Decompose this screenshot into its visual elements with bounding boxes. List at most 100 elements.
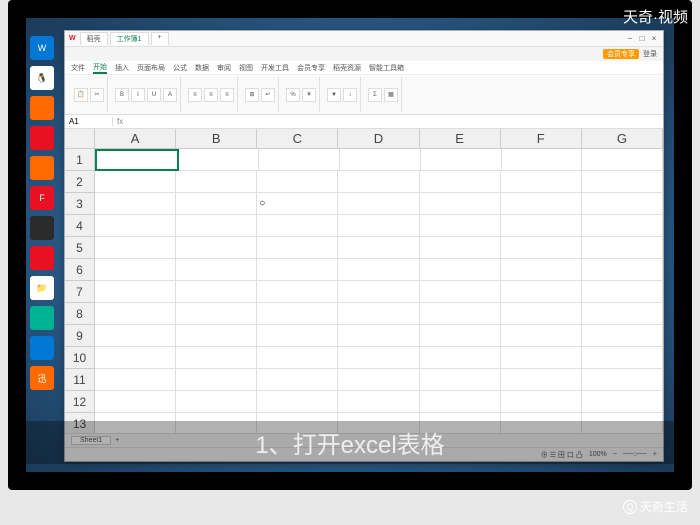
merge-icon[interactable]: ⊞ [245,88,259,102]
minimize-icon[interactable]: − [625,34,635,44]
cell[interactable] [338,325,419,347]
row-header[interactable]: 3 [65,193,95,215]
desktop-icon-app3[interactable] [30,156,54,180]
cell[interactable] [95,259,176,281]
menu-home[interactable]: 开始 [93,62,107,74]
cell[interactable] [176,281,257,303]
cell[interactable] [95,347,176,369]
row-header[interactable]: 1 [65,149,95,171]
cell[interactable]: ○ [257,193,338,215]
cell[interactable] [257,347,338,369]
cell[interactable] [176,259,257,281]
cell[interactable] [421,149,502,171]
col-header-f[interactable]: F [501,129,582,149]
desktop-icon-flash[interactable]: F [30,186,54,210]
col-header-g[interactable]: G [582,129,663,149]
cell[interactable] [501,237,582,259]
cell[interactable] [582,237,663,259]
cell[interactable] [582,149,663,171]
cell[interactable] [257,215,338,237]
col-header-c[interactable]: C [257,129,338,149]
cell[interactable] [338,369,419,391]
desktop-icon-app1[interactable] [30,96,54,120]
sum-icon[interactable]: Σ [368,88,382,102]
cell[interactable] [340,149,421,171]
cell[interactable] [582,171,663,193]
cell[interactable] [502,149,583,171]
row-header[interactable]: 10 [65,347,95,369]
cell[interactable] [420,303,501,325]
fill-icon[interactable]: ▦ [384,88,398,102]
row-header[interactable]: 2 [65,171,95,193]
cell[interactable] [338,391,419,413]
row-header[interactable]: 11 [65,369,95,391]
desktop-icon-app5[interactable] [30,246,54,270]
cell[interactable] [338,237,419,259]
cell[interactable] [179,149,260,171]
cell[interactable] [95,215,176,237]
cell[interactable] [420,325,501,347]
cell[interactable] [501,347,582,369]
col-header-a[interactable]: A [95,129,176,149]
cell[interactable] [176,325,257,347]
cell[interactable] [420,369,501,391]
cell[interactable] [338,347,419,369]
font-color-icon[interactable]: A [163,88,177,102]
row-header[interactable]: 9 [65,325,95,347]
cell[interactable] [338,259,419,281]
cell[interactable] [176,369,257,391]
menu-smart[interactable]: 智能工具箱 [369,63,404,73]
align-left-icon[interactable]: ≡ [188,88,202,102]
desktop-icon-app2[interactable] [30,126,54,150]
cell[interactable] [501,325,582,347]
cell[interactable] [257,391,338,413]
cell[interactable] [95,391,176,413]
italic-icon[interactable]: I [131,88,145,102]
cell[interactable] [420,237,501,259]
cell[interactable] [176,193,257,215]
menu-file[interactable]: 文件 [71,63,85,73]
close-icon[interactable]: × [649,34,659,44]
cell[interactable] [582,325,663,347]
row-header[interactable]: 7 [65,281,95,303]
menu-res[interactable]: 稻壳资源 [333,63,361,73]
title-tab-workbook[interactable]: 工作簿1 [110,32,149,45]
align-right-icon[interactable]: ≡ [220,88,234,102]
cell[interactable] [257,281,338,303]
cell[interactable] [501,391,582,413]
cell[interactable] [582,215,663,237]
align-center-icon[interactable]: ≡ [204,88,218,102]
underline-icon[interactable]: U [147,88,161,102]
menu-view[interactable]: 视图 [239,63,253,73]
cell[interactable] [420,171,501,193]
desktop-icon-word[interactable]: W [30,36,54,60]
cell[interactable] [338,215,419,237]
cell[interactable] [176,391,257,413]
menu-data[interactable]: 数据 [195,63,209,73]
title-tab-home[interactable]: 稻壳 [80,32,108,45]
cell[interactable] [338,171,419,193]
login-link[interactable]: 登录 [643,49,657,59]
cell[interactable] [176,215,257,237]
cell[interactable] [420,391,501,413]
cell[interactable] [95,149,179,171]
sort-icon[interactable]: ↕ [343,88,357,102]
cell[interactable] [95,237,176,259]
cell[interactable] [257,171,338,193]
cell[interactable] [95,281,176,303]
cell[interactable] [501,171,582,193]
cell[interactable] [95,369,176,391]
menu-insert[interactable]: 插入 [115,63,129,73]
desktop-icon-app8[interactable]: 迅 [30,366,54,390]
menu-formula[interactable]: 公式 [173,63,187,73]
row-header[interactable]: 8 [65,303,95,325]
cell[interactable] [259,149,340,171]
row-header[interactable]: 4 [65,215,95,237]
currency-icon[interactable]: ¥ [302,88,316,102]
menu-review[interactable]: 审阅 [217,63,231,73]
col-header-e[interactable]: E [420,129,501,149]
desktop-icon-app4[interactable] [30,216,54,240]
cell[interactable] [176,347,257,369]
cell[interactable] [420,193,501,215]
desktop-icon-penguin[interactable]: 🐧 [30,66,54,90]
